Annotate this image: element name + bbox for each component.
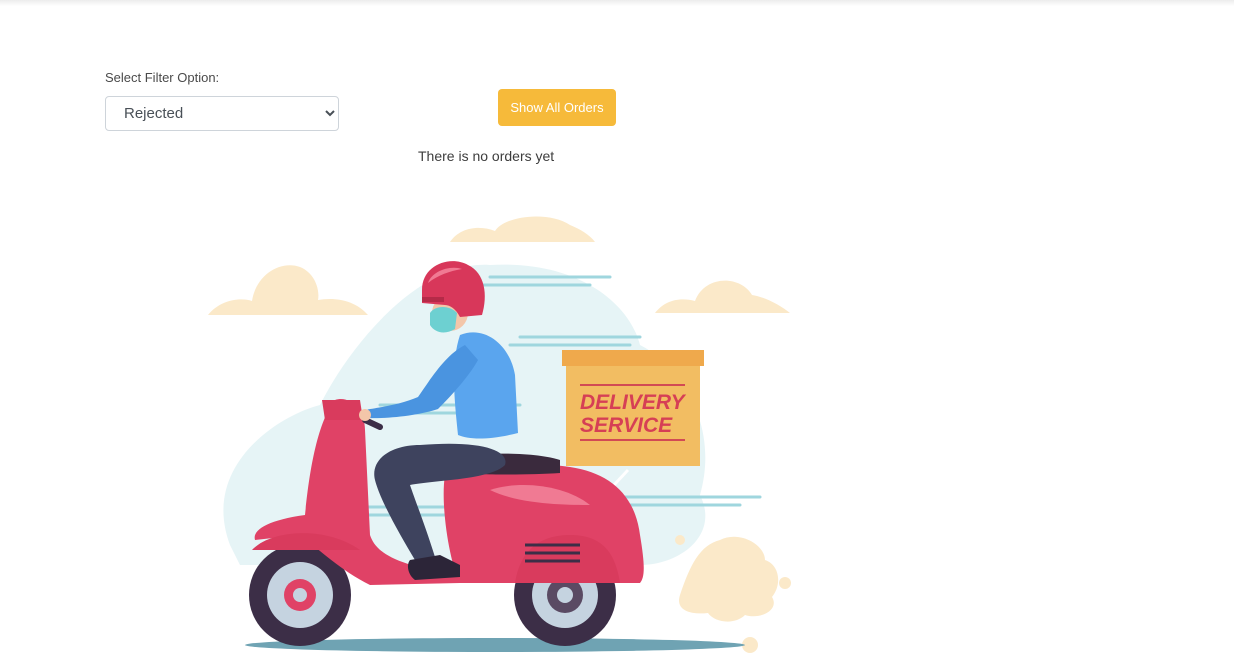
dust-cloud bbox=[679, 536, 779, 622]
cloud-right bbox=[655, 280, 790, 313]
show-all-orders-button[interactable]: Show All Orders bbox=[498, 89, 616, 126]
svg-text:DELIVERY: DELIVERY bbox=[580, 391, 687, 414]
rider-hand bbox=[359, 409, 371, 421]
filter-select[interactable]: Rejected bbox=[105, 96, 339, 131]
top-bar-shadow bbox=[0, 0, 1234, 6]
face-mask bbox=[430, 307, 457, 333]
svg-text:SERVICE: SERVICE bbox=[580, 414, 673, 437]
dust-dot-3 bbox=[675, 535, 685, 545]
cloud-top bbox=[450, 216, 595, 242]
delivery-scooter-illustration: DELIVERY SERVICE bbox=[208, 216, 791, 653]
delivery-box: DELIVERY SERVICE bbox=[562, 350, 704, 466]
empty-state-message: There is no orders yet bbox=[418, 148, 555, 164]
filter-label: Select Filter Option: bbox=[105, 70, 220, 85]
dust-dot-1 bbox=[779, 577, 791, 589]
cloud-left bbox=[208, 265, 368, 315]
helmet-visor bbox=[422, 297, 444, 302]
scooter-handlebar bbox=[322, 400, 363, 420]
